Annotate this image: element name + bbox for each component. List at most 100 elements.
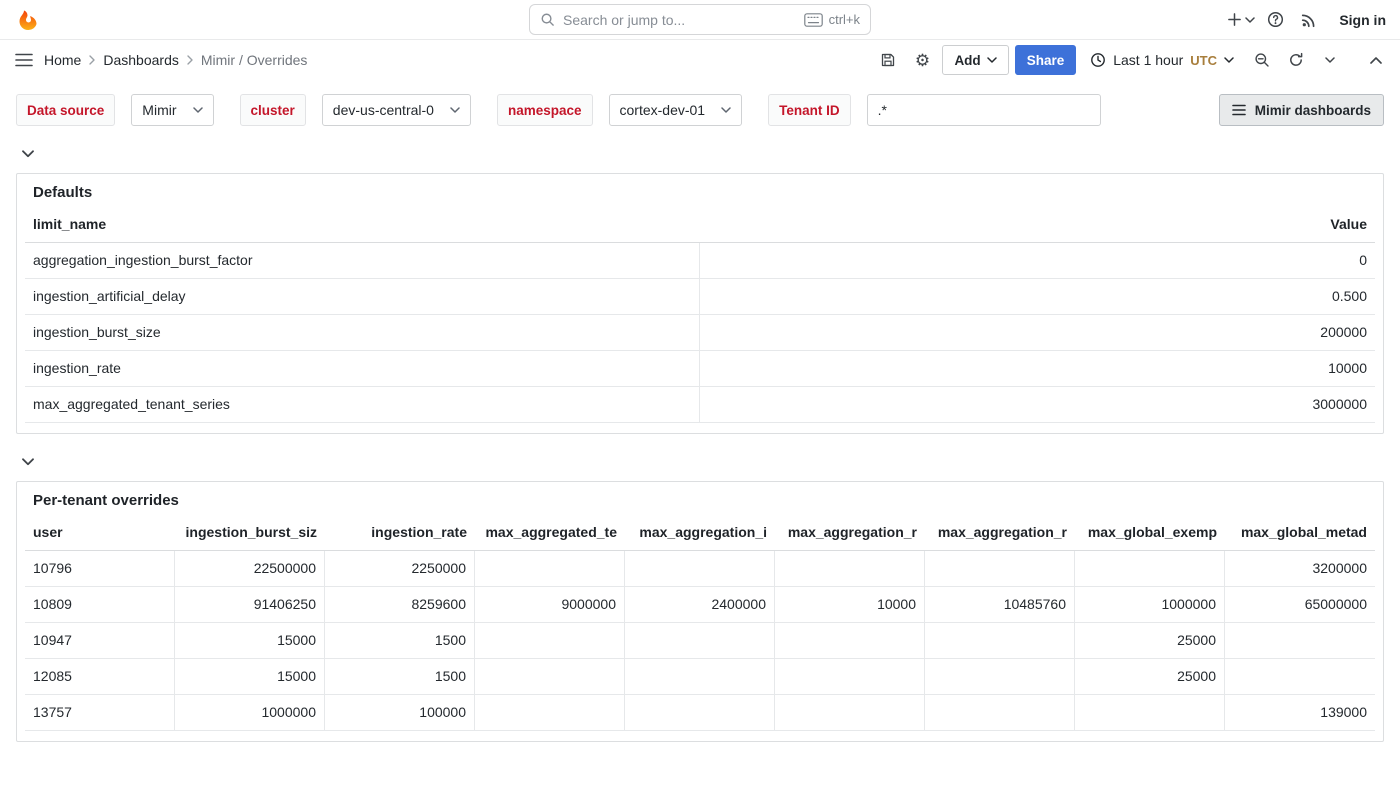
table-cell: [475, 623, 625, 659]
column-header[interactable]: max_aggregation_r: [925, 515, 1075, 551]
column-header[interactable]: user: [25, 515, 175, 551]
panel-title: Defaults: [33, 184, 92, 201]
table-cell: [625, 551, 775, 587]
namespace-label: namespace: [497, 94, 593, 126]
breadcrumb-item-home[interactable]: Home: [44, 52, 81, 68]
dashboard-row-header: [16, 450, 1384, 474]
menu-toggle-button[interactable]: [10, 46, 38, 74]
table-cell: 1000000: [1075, 587, 1225, 623]
column-header[interactable]: max_aggregation_i: [625, 515, 775, 551]
table-cell: 10796: [25, 551, 175, 587]
table-row: max_aggregated_tenant_series3000000: [25, 387, 1375, 423]
column-header[interactable]: ingestion_burst_siz: [175, 515, 325, 551]
table-header-row: limit_nameValue: [25, 207, 1375, 243]
column-header[interactable]: max_aggregation_r: [775, 515, 925, 551]
filter-namespace: namespace cortex-dev-01: [497, 94, 742, 126]
column-header[interactable]: Value: [700, 207, 1375, 243]
defaults-table: limit_nameValueaggregation_ingestion_bur…: [17, 205, 1383, 433]
namespace-value: cortex-dev-01: [620, 102, 706, 118]
sign-in-button[interactable]: Sign in: [1339, 12, 1386, 28]
zoom-out-button[interactable]: [1248, 46, 1276, 74]
table-cell: [775, 659, 925, 695]
table-cell: 10809: [25, 587, 175, 623]
table-row: 137571000000100000139000: [25, 695, 1375, 731]
overrides-table: useringestion_burst_sizingestion_ratemax…: [17, 513, 1383, 741]
filter-tenant-id: Tenant ID: [768, 94, 1101, 126]
cluster-select[interactable]: dev-us-central-0: [322, 94, 471, 126]
namespace-select[interactable]: cortex-dev-01: [609, 94, 743, 126]
time-picker-button[interactable]: Last 1 hour UTC: [1082, 45, 1242, 75]
news-button[interactable]: [1295, 6, 1323, 34]
share-button[interactable]: Share: [1015, 45, 1077, 75]
table-cell: 10000: [700, 351, 1375, 387]
table-cell: 65000000: [1225, 587, 1375, 623]
chevron-right-icon: [187, 55, 193, 65]
per-tenant-overrides-panel: Per-tenant overrides useringestion_burst…: [16, 481, 1384, 742]
table-cell: max_aggregated_tenant_series: [25, 387, 700, 423]
data-source-select[interactable]: Mimir: [131, 94, 213, 126]
save-dashboard-button[interactable]: [874, 46, 902, 74]
column-header[interactable]: max_aggregated_te: [475, 515, 625, 551]
help-button[interactable]: [1261, 6, 1289, 34]
refresh-interval-dropdown[interactable]: [1316, 46, 1344, 74]
breadcrumb-item-dashboards[interactable]: Dashboards: [103, 52, 179, 68]
defaults-panel: Defaults limit_nameValueaggregation_inge…: [16, 173, 1384, 434]
table-cell: [925, 623, 1075, 659]
chevron-right-icon: [89, 55, 95, 65]
mimir-dashboards-button[interactable]: Mimir dashboards: [1219, 94, 1384, 126]
chevron-down-icon: [22, 150, 34, 158]
table-cell: [925, 695, 1075, 731]
table-row: 1080991406250825960090000002400000100001…: [25, 587, 1375, 623]
table-cell: 13757: [25, 695, 175, 731]
table-row: 107962250000022500003200000: [25, 551, 1375, 587]
chevron-up-icon: [1370, 57, 1382, 64]
table-cell: 0.500: [700, 279, 1375, 315]
column-header[interactable]: ingestion_rate: [325, 515, 475, 551]
table-row: ingestion_rate10000: [25, 351, 1375, 387]
column-header[interactable]: max_global_metad: [1225, 515, 1375, 551]
table-cell: [625, 695, 775, 731]
column-header[interactable]: limit_name: [25, 207, 700, 243]
table-row: 1094715000150025000: [25, 623, 1375, 659]
grafana-flame-icon: [16, 8, 40, 32]
table-cell: 2400000: [625, 587, 775, 623]
table-cell: 22500000: [175, 551, 325, 587]
table-row: ingestion_artificial_delay0.500: [25, 279, 1375, 315]
chevron-down-icon: [22, 458, 34, 466]
add-button[interactable]: Add: [942, 45, 1008, 75]
new-button[interactable]: [1227, 6, 1255, 34]
data-source-label: Data source: [16, 94, 115, 126]
filter-cluster: cluster dev-us-central-0: [240, 94, 471, 126]
table-cell: 139000: [1225, 695, 1375, 731]
column-header[interactable]: max_global_exemp: [1075, 515, 1225, 551]
search-input[interactable]: Search or jump to... ctrl+k: [529, 4, 871, 35]
chevron-down-icon: [1325, 57, 1335, 63]
table-cell: [475, 695, 625, 731]
table-cell: ingestion_artificial_delay: [25, 279, 700, 315]
table-cell: 9000000: [475, 587, 625, 623]
collapse-toolbar-button[interactable]: [1362, 46, 1390, 74]
table-cell: 25000: [1075, 659, 1225, 695]
magnifier-minus-icon: [1254, 52, 1270, 68]
breadcrumb-current: Mimir / Overrides: [201, 52, 308, 68]
dashboard-settings-button[interactable]: ⚙: [908, 46, 936, 74]
table-cell: 200000: [700, 315, 1375, 351]
row-collapse-button[interactable]: [22, 458, 34, 466]
refresh-icon: [1288, 52, 1304, 68]
table-cell: [625, 623, 775, 659]
keyboard-icon: [804, 13, 823, 27]
table-row: aggregation_ingestion_burst_factor0: [25, 243, 1375, 279]
table-header-row: useringestion_burst_sizingestion_ratemax…: [25, 515, 1375, 551]
table-cell: [775, 695, 925, 731]
data-source-value: Mimir: [142, 102, 176, 118]
hamburger-icon: [15, 53, 33, 67]
refresh-button[interactable]: [1282, 46, 1310, 74]
table-cell: [475, 551, 625, 587]
row-collapse-button[interactable]: [22, 150, 34, 158]
grafana-logo[interactable]: [14, 6, 42, 34]
panel-header[interactable]: Per-tenant overrides: [17, 482, 1383, 513]
table-cell: aggregation_ingestion_burst_factor: [25, 243, 700, 279]
panel-header[interactable]: Defaults: [17, 174, 1383, 205]
tenant-id-input[interactable]: [867, 94, 1101, 126]
dashboard-row-header: [16, 142, 1384, 166]
